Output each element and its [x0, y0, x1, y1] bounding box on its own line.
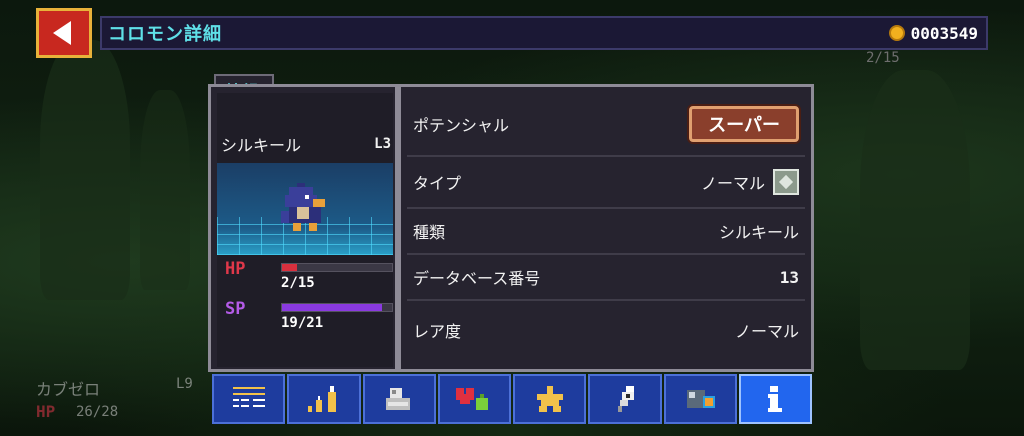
monster-name: シルキール [221, 136, 302, 155]
background-monster-card: カブゼロ L9 HP 26/28 [30, 370, 206, 430]
back-button[interactable] [36, 8, 92, 58]
hp-label: HP [225, 259, 246, 279]
coin-icon [888, 25, 905, 41]
coin-amount: 0003549 [910, 23, 978, 43]
info-row-label: レア度 [413, 322, 462, 341]
feather-icon [617, 386, 634, 412]
background-hp-text: 2/15 [866, 50, 900, 66]
tab-list[interactable] [212, 374, 286, 424]
tab-info[interactable] [738, 374, 812, 424]
back-arrow-icon [53, 21, 71, 45]
info-row-label: データベース番号 [413, 269, 541, 288]
panel-divider [395, 87, 401, 369]
top-bar: コロモン詳細 0003549 [36, 8, 988, 58]
list-icon [232, 387, 265, 407]
arm-strength-icon [386, 388, 411, 410]
info-panel: シルキール L3 HP 2/15 SP 19/21 ポテンシャル スーパー タイ… [208, 84, 814, 372]
info-row-value: 13 [779, 267, 799, 287]
sp-bar [281, 303, 393, 312]
sp-bar-fill [282, 304, 382, 311]
tree-silhouette [860, 70, 970, 370]
info-row-type: タイプ ノーマル [407, 157, 805, 209]
heart-potion-icon [456, 388, 489, 410]
tab-favorite[interactable] [513, 374, 587, 424]
title-bar: コロモン詳細 0003549 [100, 16, 988, 50]
tab-feather[interactable] [588, 374, 662, 424]
info-row-value: ノーマル [701, 169, 805, 195]
tab-orb[interactable] [663, 374, 737, 424]
tab-items[interactable] [437, 374, 511, 424]
sp-value: 19/21 [281, 315, 324, 331]
sp-label: SP [225, 299, 246, 319]
background-card-hp-value: 26/28 [76, 404, 119, 420]
info-row-value: シルキール [718, 223, 799, 242]
info-row-value: ノーマル [734, 322, 799, 341]
info-row-potential: ポテンシャル スーパー [407, 93, 805, 157]
background-card-level: L9 [176, 376, 193, 392]
coin-counter: 0003549 [888, 23, 978, 43]
tab-level-up[interactable] [287, 374, 361, 424]
diamond-shape [778, 174, 794, 190]
potential-badge: スーパー [689, 106, 799, 142]
hp-bar [281, 263, 393, 272]
orb-icon [687, 390, 716, 408]
background-card-name: カブゼロ [36, 380, 101, 399]
monster-card: シルキール L3 HP 2/15 SP 19/21 [217, 93, 393, 367]
info-table: ポテンシャル スーパー タイプ ノーマル 種類 シルキール データベース番号 1… [407, 93, 805, 367]
info-row-label: ポテンシャル [413, 116, 510, 135]
detail-tab-bar [212, 374, 812, 424]
info-row-label: タイプ [413, 174, 462, 193]
info-row-database-number: データベース番号 13 [407, 255, 805, 301]
info-icon [768, 386, 783, 412]
type-value: ノーマル [700, 174, 765, 193]
hp-stat: HP 2/15 [225, 259, 393, 295]
star-icon [536, 386, 563, 412]
background-card-hp-label: HP [36, 402, 56, 421]
monster-sprite [281, 183, 325, 231]
level-up-icon [307, 386, 336, 412]
hp-bar-fill [282, 264, 297, 271]
monster-name-row: シルキール L3 [221, 133, 391, 155]
info-row-label: 種類 [413, 223, 446, 242]
monster-sprite-frame [217, 163, 393, 255]
info-row-species: 種類 シルキール [407, 209, 805, 255]
info-row-rarity: レア度 ノーマル [407, 301, 805, 359]
tree-silhouette [40, 40, 130, 300]
hp-value: 2/15 [281, 275, 315, 291]
normal-type-icon [773, 169, 799, 195]
info-row-value: スーパー [689, 106, 805, 142]
sp-stat: SP 19/21 [225, 299, 393, 335]
tab-strength[interactable] [362, 374, 436, 424]
page-title: コロモン詳細 [108, 24, 222, 45]
tree-silhouette [140, 90, 190, 290]
monster-level: L3 [374, 136, 391, 152]
